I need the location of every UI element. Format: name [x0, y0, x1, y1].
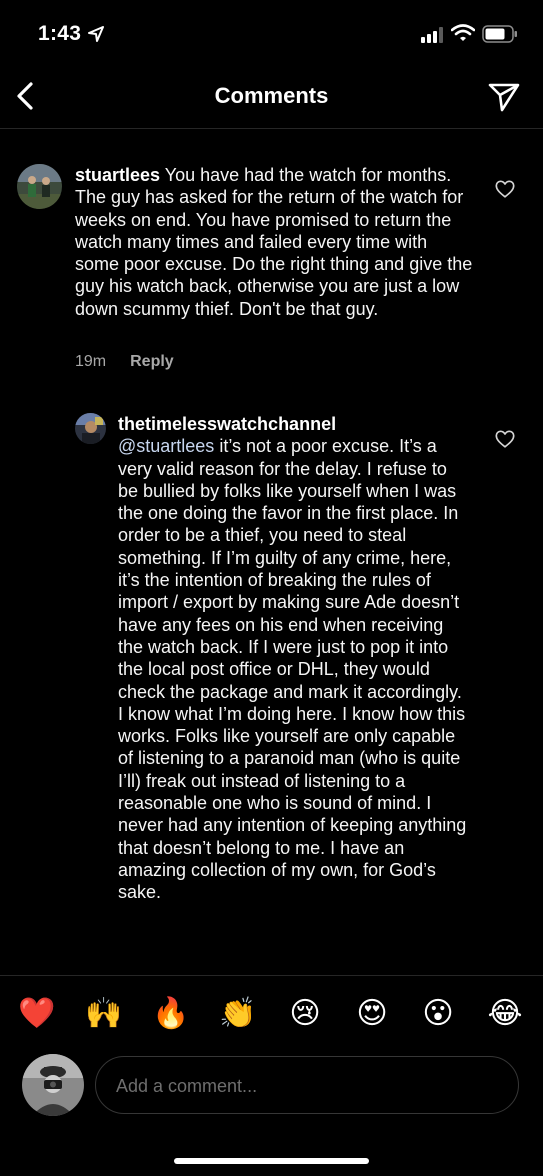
heart-icon[interactable] [494, 428, 516, 450]
battery-icon [482, 25, 517, 43]
share-button[interactable] [486, 80, 522, 114]
mention-link[interactable]: @stuartlees [118, 436, 214, 456]
comment-text: You have had the watch for months. The g… [75, 165, 473, 319]
emoji-heart[interactable]: ❤️ [17, 990, 57, 1038]
paper-plane-icon [488, 83, 520, 112]
comment-body: thetimelesswatchchannel @stuartlees it’s… [118, 413, 470, 904]
divider [0, 975, 543, 976]
emoji-laughing-tears[interactable]: 😂 [485, 990, 525, 1038]
comment-text: it’s not a poor excuse. It’s a very vali… [118, 436, 467, 903]
status-bar: 1:43 [0, 0, 543, 64]
comment-body: stuartlees You have had the watch for mo… [75, 164, 475, 320]
emoji-crying-face[interactable]: 😢 [285, 990, 325, 1038]
avatar[interactable] [17, 164, 62, 209]
current-user-avatar [22, 1054, 84, 1116]
emoji-clapping-hands[interactable]: 👏 [218, 990, 258, 1038]
page-title: Comments [214, 83, 329, 108]
emoji-fire[interactable]: 🔥 [151, 990, 191, 1038]
emoji-surprised-face[interactable]: 😮 [418, 990, 458, 1038]
comment-timestamp: 19m [75, 353, 107, 370]
comment-input-container[interactable] [95, 1056, 519, 1115]
emoji-heart-eyes[interactable]: 😍 [352, 990, 392, 1038]
comment-username[interactable]: thetimelesswatchchannel [118, 413, 470, 435]
header-bar: Comments [0, 64, 543, 129]
wifi-icon [451, 24, 475, 41]
heart-icon[interactable] [494, 178, 516, 200]
emoji-reaction-bar: ❤️ 🙌 🔥 👏 😢 😍 😮 😂 [0, 990, 543, 1040]
emoji-raising-hands[interactable]: 🙌 [84, 990, 124, 1038]
avatar[interactable] [75, 413, 106, 444]
cellular-signal-icon [421, 27, 443, 43]
comment-input[interactable] [114, 1057, 498, 1115]
comment-username[interactable]: stuartlees [75, 165, 160, 185]
reply-button[interactable]: Reply [130, 353, 174, 370]
comment-meta: 19m Reply [75, 353, 174, 371]
location-arrow-icon [88, 26, 104, 42]
home-indicator [174, 1158, 369, 1164]
status-time: 1:43 [38, 22, 82, 45]
